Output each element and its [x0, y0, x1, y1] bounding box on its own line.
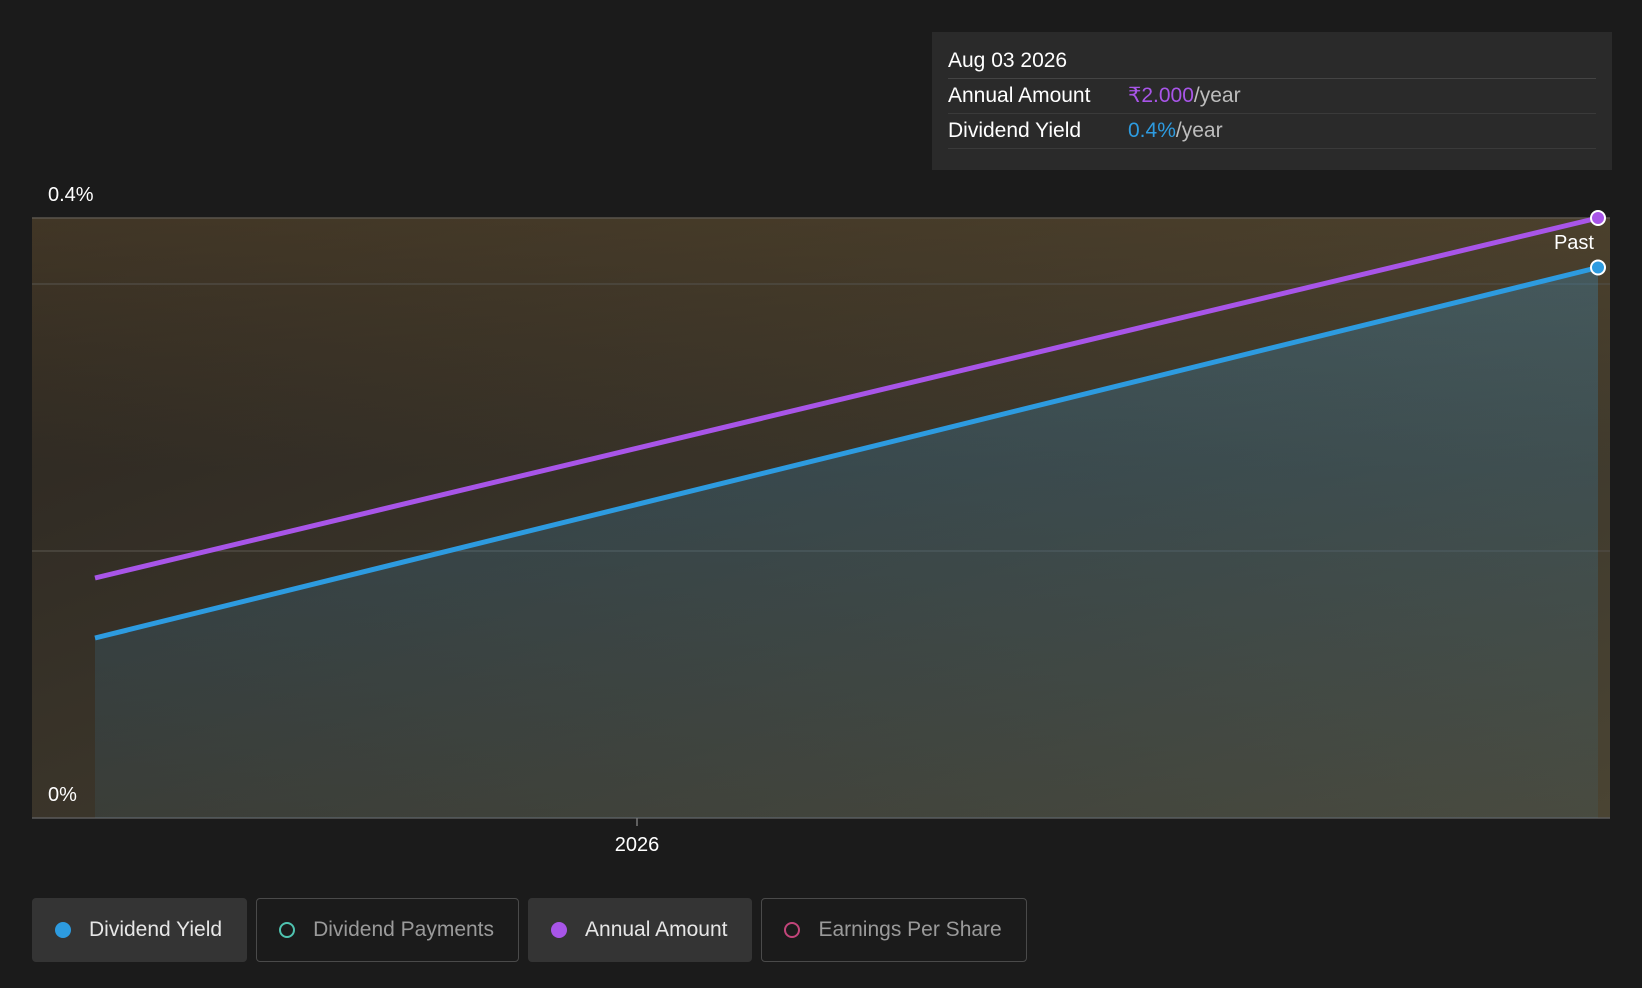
legend-dividend-yield-button[interactable]: Dividend Yield — [32, 898, 248, 962]
legend: Dividend Yield Dividend Payments Annual … — [32, 898, 1027, 962]
annual-amount-dot-icon — [551, 922, 568, 938]
dividend-yield-dot-icon — [55, 922, 71, 938]
dividend-payments-ring-icon — [279, 922, 296, 938]
tooltip-unit: /year — [1175, 119, 1223, 142]
y-tick-label-top: 0.4% — [48, 184, 94, 206]
earnings-per-share-ring-icon — [784, 922, 801, 938]
tooltip-row-dividend-yield: Dividend Yield 0.4% /year — [948, 114, 1596, 149]
tooltip-label: Annual Amount — [948, 84, 1091, 107]
tooltip-date: Aug 03 2026 — [948, 44, 1596, 79]
dividend-yield-point — [1590, 259, 1606, 276]
y-tick-label-bottom: 0% — [48, 784, 77, 806]
legend-label: Dividend Payments — [313, 918, 495, 941]
legend-label: Annual Amount — [585, 918, 728, 941]
legend-label: Dividend Yield — [89, 918, 223, 941]
past-region-label: Past — [1554, 232, 1594, 254]
legend-dividend-payments-button[interactable]: Dividend Payments — [256, 898, 520, 962]
legend-earnings-per-share-button[interactable]: Earnings Per Share — [761, 898, 1027, 962]
tooltip-value: ₹2.000 — [1128, 84, 1194, 107]
chart-tooltip: Aug 03 2026 Annual Amount ₹2.000 /year D… — [932, 32, 1612, 170]
tooltip-value: 0.4% — [1128, 119, 1176, 142]
legend-label: Earnings Per Share — [818, 918, 1002, 941]
tooltip-unit: /year — [1193, 84, 1241, 107]
legend-annual-amount-button[interactable]: Annual Amount — [528, 898, 753, 962]
x-tick-label: 2026 — [615, 834, 660, 856]
annual-amount-point — [1590, 210, 1606, 226]
tooltip-row-annual-amount: Annual Amount ₹2.000 /year — [948, 79, 1596, 114]
tooltip-label: Dividend Yield — [948, 119, 1082, 142]
